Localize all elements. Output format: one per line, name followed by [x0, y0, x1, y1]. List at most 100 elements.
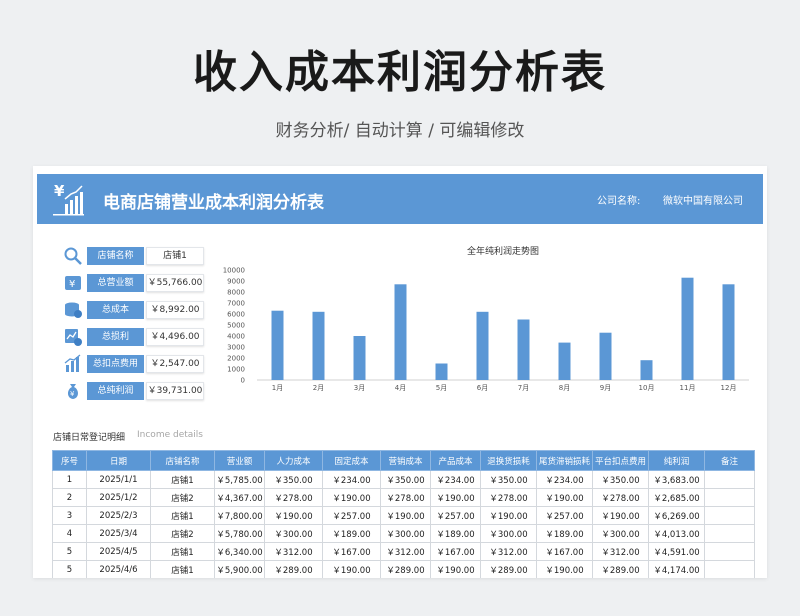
table-cell[interactable] [704, 470, 755, 489]
table-cell[interactable]: ￥190.00 [322, 488, 381, 507]
chart-bar[interactable] [640, 360, 653, 380]
table-cell[interactable]: ￥167.00 [536, 542, 593, 561]
table-cell[interactable]: ￥4,367.00 [214, 488, 265, 507]
table-cell[interactable]: ￥190.00 [430, 560, 481, 578]
table-cell[interactable]: ￥4,013.00 [648, 524, 705, 543]
table-cell[interactable]: ￥300.00 [264, 524, 323, 543]
kpi-value[interactable]: ￥39,731.00 [146, 382, 204, 400]
table-cell[interactable]: 2 [52, 488, 87, 507]
table-cell[interactable]: ￥5,785.00 [214, 470, 265, 489]
table-cell[interactable]: 店铺2 [150, 524, 215, 543]
table-cell[interactable]: 5 [52, 542, 87, 561]
table-cell[interactable]: ￥289.00 [380, 560, 431, 578]
table-cell[interactable]: 4 [52, 524, 87, 543]
table-cell[interactable] [704, 542, 755, 561]
table-cell[interactable]: ￥190.00 [536, 488, 593, 507]
column-header[interactable]: 退换货损耗 [480, 450, 537, 471]
table-cell[interactable]: ￥289.00 [480, 560, 537, 578]
chart-bar[interactable] [435, 363, 448, 381]
table-cell[interactable]: ￥190.00 [264, 506, 323, 525]
table-cell[interactable]: 2025/3/4 [86, 524, 151, 543]
table-cell[interactable]: ￥312.00 [264, 542, 323, 561]
table-cell[interactable]: ￥189.00 [536, 524, 593, 543]
table-cell[interactable] [704, 506, 755, 525]
column-header[interactable]: 店铺名称 [150, 450, 215, 471]
table-cell[interactable] [704, 560, 755, 578]
table-cell[interactable]: 3 [52, 506, 87, 525]
column-header[interactable]: 备注 [704, 450, 755, 471]
column-header[interactable]: 营业额 [214, 450, 265, 471]
kpi-value[interactable]: ￥8,992.00 [146, 301, 204, 319]
column-header[interactable]: 营销成本 [380, 450, 431, 471]
table-cell[interactable]: 店铺1 [150, 542, 215, 561]
table-cell[interactable]: ￥6,340.00 [214, 542, 265, 561]
table-cell[interactable]: ￥190.00 [430, 488, 481, 507]
table-cell[interactable]: ￥190.00 [380, 506, 431, 525]
table-cell[interactable]: ￥190.00 [592, 506, 649, 525]
table-cell[interactable]: ￥300.00 [480, 524, 537, 543]
table-cell[interactable]: ￥312.00 [380, 542, 431, 561]
table-cell[interactable]: 2025/2/3 [86, 506, 151, 525]
table-cell[interactable]: ￥312.00 [592, 542, 649, 561]
table-cell[interactable]: ￥190.00 [480, 506, 537, 525]
column-header[interactable]: 固定成本 [322, 450, 381, 471]
table-cell[interactable]: ￥278.00 [264, 488, 323, 507]
table-cell[interactable]: ￥312.00 [480, 542, 537, 561]
table-cell[interactable]: 2025/1/1 [86, 470, 151, 489]
table-cell[interactable]: ￥278.00 [480, 488, 537, 507]
table-cell[interactable]: 5 [52, 560, 87, 578]
company-value[interactable]: 微软中国有限公司 [663, 192, 743, 207]
chart-bar[interactable] [353, 336, 366, 380]
column-header[interactable]: 平台扣点费用 [592, 450, 649, 471]
column-header[interactable]: 纯利润 [648, 450, 705, 471]
column-header[interactable]: 产品成本 [430, 450, 481, 471]
chart-bar[interactable] [681, 277, 694, 380]
table-cell[interactable]: ￥189.00 [322, 524, 381, 543]
chart-bar[interactable] [271, 310, 284, 380]
table-cell[interactable]: ￥300.00 [592, 524, 649, 543]
table-cell[interactable]: 1 [52, 470, 87, 489]
table-cell[interactable]: ￥189.00 [430, 524, 481, 543]
table-cell[interactable]: ￥278.00 [592, 488, 649, 507]
table-cell[interactable]: ￥300.00 [380, 524, 431, 543]
table-cell[interactable]: 2025/4/6 [86, 560, 151, 578]
table-cell[interactable]: ￥257.00 [536, 506, 593, 525]
column-header[interactable]: 日期 [86, 450, 151, 471]
table-cell[interactable]: ￥4,174.00 [648, 560, 705, 578]
chart-bar[interactable] [722, 284, 735, 380]
table-cell[interactable]: ￥2,685.00 [648, 488, 705, 507]
table-cell[interactable]: ￥4,591.00 [648, 542, 705, 561]
table-cell[interactable] [704, 488, 755, 507]
table-cell[interactable]: ￥350.00 [592, 470, 649, 489]
kpi-value[interactable]: 店铺1 [146, 247, 204, 265]
table-cell[interactable]: ￥5,900.00 [214, 560, 265, 578]
column-header[interactable]: 尾货滞销损耗 [536, 450, 593, 471]
table-cell[interactable]: ￥3,683.00 [648, 470, 705, 489]
chart-bar[interactable] [599, 332, 612, 380]
table-cell[interactable]: ￥257.00 [322, 506, 381, 525]
table-cell[interactable]: ￥289.00 [592, 560, 649, 578]
table-cell[interactable]: ￥167.00 [322, 542, 381, 561]
table-cell[interactable]: ￥350.00 [480, 470, 537, 489]
kpi-value[interactable]: ￥4,496.00 [146, 328, 204, 346]
chart-bar[interactable] [312, 311, 325, 380]
table-cell[interactable]: 2025/4/5 [86, 542, 151, 561]
table-cell[interactable]: 店铺1 [150, 470, 215, 489]
chart-bar[interactable] [476, 311, 489, 380]
table-cell[interactable]: ￥167.00 [430, 542, 481, 561]
table-cell[interactable]: ￥234.00 [430, 470, 481, 489]
table-cell[interactable]: ￥6,269.00 [648, 506, 705, 525]
table-cell[interactable]: ￥257.00 [430, 506, 481, 525]
column-header[interactable]: 人力成本 [264, 450, 323, 471]
table-cell[interactable]: ￥278.00 [380, 488, 431, 507]
chart-bar[interactable] [394, 284, 407, 380]
table-cell[interactable]: ￥234.00 [536, 470, 593, 489]
chart-bar[interactable] [558, 342, 571, 380]
kpi-value[interactable]: ￥55,766.00 [146, 274, 204, 292]
table-cell[interactable]: ￥350.00 [380, 470, 431, 489]
table-cell[interactable] [704, 524, 755, 543]
table-cell[interactable]: ￥7,800.00 [214, 506, 265, 525]
table-cell[interactable]: 2025/1/2 [86, 488, 151, 507]
table-cell[interactable]: 店铺1 [150, 506, 215, 525]
table-cell[interactable]: ￥190.00 [536, 560, 593, 578]
